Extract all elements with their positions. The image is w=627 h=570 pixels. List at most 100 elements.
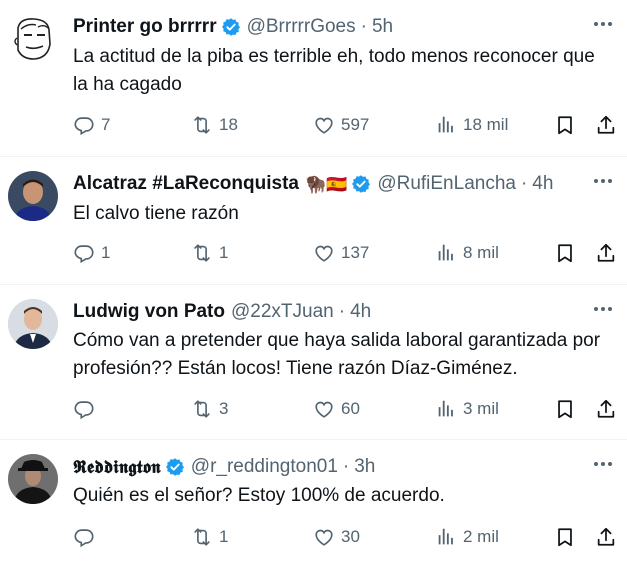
bookmark-icon: [554, 114, 576, 136]
retweet-icon: [191, 526, 213, 548]
reply-button[interactable]: 1: [73, 239, 110, 267]
like-button[interactable]: 30: [313, 523, 360, 551]
views-icon: [435, 526, 457, 548]
like-count: 137: [341, 243, 370, 262]
retweet-count: 18: [219, 115, 238, 134]
like-icon: [313, 114, 335, 136]
views-icon: [435, 398, 457, 420]
like-button[interactable]: 137: [313, 239, 369, 267]
view-count: 3 mil: [463, 399, 499, 418]
avatar[interactable]: [8, 171, 58, 221]
more-icon[interactable]: [591, 14, 615, 34]
name-emojis: 🦬🇪🇸: [304, 174, 348, 194]
avatar[interactable]: [8, 454, 58, 504]
action-bar: 1 30 2 mil: [73, 523, 619, 551]
action-bar: 7 18 597 18 mil: [73, 111, 619, 139]
user-photo-avatar-icon: [8, 171, 58, 221]
timestamp[interactable]: 5h: [372, 16, 393, 38]
tweet-header: 𝕽𝖊𝖉𝖉𝖎𝖓𝖌𝖙𝖔𝖓 @r_reddington01 · 3h: [73, 454, 587, 480]
like-count: 30: [341, 527, 360, 546]
timestamp[interactable]: 4h: [350, 301, 371, 323]
views-icon: [435, 114, 457, 136]
tweet-text: La actitud de la piba es terrible eh, to…: [73, 46, 595, 95]
views-button[interactable]: 8 mil: [435, 239, 499, 267]
user-photo-avatar-icon: [8, 299, 58, 349]
display-name[interactable]: 𝕽𝖊𝖉𝖉𝖎𝖓𝖌𝖙𝖔𝖓: [73, 457, 161, 478]
tweet[interactable]: 𝕽𝖊𝖉𝖉𝖎𝖓𝖌𝖙𝖔𝖓 @r_reddington01 · 3h Quién es…: [0, 440, 627, 570]
bookmark-button[interactable]: [554, 239, 576, 267]
tweet[interactable]: Alcatraz #LaReconquista 🦬🇪🇸 @RufiEnLanch…: [0, 157, 627, 285]
display-name[interactable]: Ludwig von Pato: [73, 301, 225, 323]
reply-icon: [73, 242, 95, 264]
more-icon[interactable]: [591, 454, 615, 474]
like-icon: [313, 242, 335, 264]
bookmark-icon: [554, 242, 576, 264]
handle[interactable]: @RufiEnLancha: [377, 173, 516, 195]
reply-icon: [73, 398, 95, 420]
verified-badge-icon: [165, 457, 185, 477]
share-icon: [595, 242, 617, 264]
handle[interactable]: @22xTJuan: [231, 301, 334, 323]
retweet-count: 3: [219, 399, 229, 418]
views-button[interactable]: 3 mil: [435, 395, 499, 423]
verified-badge-icon: [221, 17, 241, 37]
reply-button[interactable]: [73, 523, 101, 551]
timestamp[interactable]: 4h: [532, 173, 553, 195]
bookmark-button[interactable]: [554, 395, 576, 423]
user-photo-avatar-icon: [8, 454, 58, 504]
display-name[interactable]: Printer go brrrrr: [73, 16, 217, 38]
like-count: 60: [341, 399, 360, 418]
tweet[interactable]: Printer go brrrrr @BrrrrrGoes · 5h La ac…: [0, 0, 627, 157]
separator-dot: ·: [338, 301, 346, 322]
bookmark-icon: [554, 398, 576, 420]
tweet-header: Alcatraz #LaReconquista 🦬🇪🇸 @RufiEnLanch…: [73, 171, 587, 197]
like-icon: [313, 398, 335, 420]
share-icon: [595, 526, 617, 548]
views-icon: [435, 242, 457, 264]
tweet-header: Printer go brrrrr @BrrrrrGoes · 5h: [73, 14, 587, 40]
like-count: 597: [341, 115, 370, 134]
handle[interactable]: @r_reddington01: [191, 456, 338, 478]
retweet-count: 1: [219, 527, 229, 546]
avatar[interactable]: [8, 299, 58, 349]
reply-button[interactable]: [73, 395, 101, 423]
reply-button[interactable]: 7: [73, 111, 110, 139]
retweet-icon: [191, 114, 213, 136]
timestamp[interactable]: 3h: [354, 456, 375, 478]
bookmark-button[interactable]: [554, 111, 576, 139]
share-button[interactable]: [595, 395, 617, 423]
bookmark-button[interactable]: [554, 523, 576, 551]
retweet-button[interactable]: 1: [191, 239, 228, 267]
handle[interactable]: @BrrrrrGoes: [247, 16, 356, 38]
separator-dot: ·: [342, 456, 350, 477]
views-button[interactable]: 2 mil: [435, 523, 499, 551]
tweet-text: El calvo tiene razón: [73, 203, 239, 224]
retweet-button[interactable]: 1: [191, 523, 228, 551]
tweet[interactable]: Ludwig von Pato @22xTJuan · 4h Cómo van …: [0, 285, 627, 440]
verified-badge-icon: [351, 174, 371, 194]
more-icon[interactable]: [591, 171, 615, 191]
retweet-icon: [191, 398, 213, 420]
like-button[interactable]: 60: [313, 395, 360, 423]
reply-icon: [73, 526, 95, 548]
retweet-button[interactable]: 18: [191, 111, 238, 139]
view-count: 2 mil: [463, 527, 499, 546]
reply-count: 7: [101, 115, 111, 134]
tweet-header: Ludwig von Pato @22xTJuan · 4h: [73, 299, 587, 325]
share-button[interactable]: [595, 111, 617, 139]
share-icon: [595, 398, 617, 420]
retweet-icon: [191, 242, 213, 264]
retweet-button[interactable]: 3: [191, 395, 228, 423]
avatar[interactable]: [8, 14, 58, 64]
separator-dot: ·: [520, 173, 528, 194]
action-bar: 1 1 137 8 mil: [73, 239, 619, 267]
tweet-text: Cómo van a pretender que haya salida lab…: [73, 330, 601, 379]
meme-face-avatar-icon: [14, 18, 51, 60]
share-button[interactable]: [595, 239, 617, 267]
share-button[interactable]: [595, 523, 617, 551]
reply-count: 1: [101, 243, 111, 262]
display-name[interactable]: Alcatraz #LaReconquista: [73, 173, 299, 195]
like-button[interactable]: 597: [313, 111, 369, 139]
views-button[interactable]: 18 mil: [435, 111, 508, 139]
more-icon[interactable]: [591, 299, 615, 319]
